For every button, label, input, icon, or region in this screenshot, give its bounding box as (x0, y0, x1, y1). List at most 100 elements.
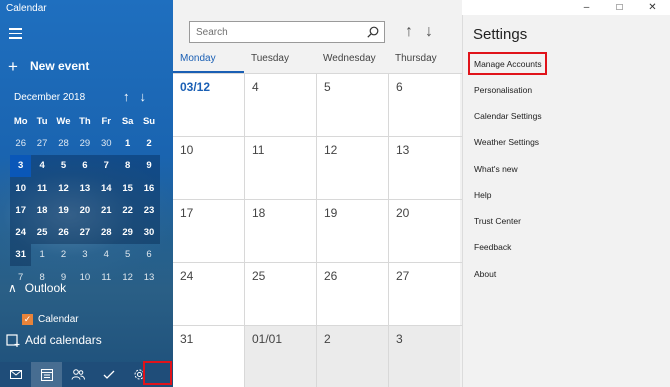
mini-calendar-day[interactable]: 8 (116, 154, 139, 177)
mini-calendar-day[interactable]: 26 (52, 221, 75, 244)
mini-calendar-day[interactable]: 28 (95, 221, 117, 244)
calendar-day-cell[interactable]: 12 (316, 137, 388, 199)
mini-calendar-day[interactable]: 27 (31, 132, 52, 154)
mini-calendar-day[interactable]: 10 (74, 266, 95, 288)
mini-calendar-day[interactable]: 1 (31, 244, 52, 266)
calendar-day-cell[interactable]: 24 (173, 263, 244, 325)
mini-calendar-day[interactable]: 11 (31, 176, 53, 200)
mini-calendar-day[interactable]: 22 (116, 199, 139, 222)
mini-calendar-day[interactable]: 13 (138, 266, 159, 288)
mini-calendar-day[interactable]: 1 (117, 132, 138, 154)
next-arrow-icon[interactable]: ↓ (425, 23, 433, 41)
todo-button[interactable] (93, 362, 124, 387)
arrow-down-icon[interactable]: ↓ (140, 89, 147, 104)
mini-calendar-day[interactable]: 11 (96, 266, 117, 288)
mini-calendar-day[interactable]: 4 (96, 244, 117, 266)
search-icon[interactable] (362, 21, 384, 43)
calendar-day-cell[interactable]: 03/12 (173, 74, 244, 136)
calendar-day-cell[interactable]: 2 (316, 326, 388, 387)
settings-item-personalisation[interactable]: Personalisation (474, 85, 532, 95)
mini-calendar-day[interactable]: 12 (52, 176, 75, 200)
mini-calendar-day[interactable]: 18 (31, 199, 53, 222)
mini-calendar-day[interactable]: 12 (117, 266, 138, 288)
mini-calendar-day[interactable]: 28 (53, 132, 74, 154)
account-group-outlook[interactable]: ∧ Outlook (8, 281, 66, 295)
settings-item-weather-settings[interactable]: Weather Settings (474, 137, 539, 147)
calendar-day-cell[interactable]: 19 (316, 200, 388, 262)
settings-item-whats-new[interactable]: What's new (474, 164, 518, 174)
calendar-day-cell[interactable]: 3 (388, 326, 460, 387)
mini-calendar-day[interactable]: 30 (96, 132, 117, 154)
calendar-day-cell[interactable]: 01/01 (244, 326, 316, 387)
calendar-button[interactable] (31, 362, 62, 387)
mini-calendar-day[interactable]: 15 (116, 176, 139, 200)
calendar-week-row: 17 18 19 20 (173, 199, 462, 262)
mini-calendar-day[interactable]: 6 (74, 154, 96, 177)
calendar-day-cell[interactable]: 5 (316, 74, 388, 136)
mini-calendar-day[interactable]: 30 (138, 221, 160, 244)
mini-calendar-day[interactable]: 3 (10, 154, 32, 177)
mini-calendar-day[interactable]: 5 (52, 154, 75, 177)
mini-calendar-day[interactable]: 20 (74, 199, 96, 222)
mini-calendar-day[interactable]: 19 (52, 199, 75, 222)
close-icon[interactable]: ✕ (636, 0, 669, 15)
people-icon (71, 369, 85, 380)
mini-calendar-day[interactable]: 10 (10, 176, 32, 200)
weekday-label: We (56, 115, 71, 127)
mini-calendar-day[interactable]: 17 (10, 199, 32, 222)
calendar-day-cell[interactable]: 10 (173, 137, 244, 199)
mini-calendar-day[interactable]: 31 (10, 243, 32, 267)
hamburger-menu-icon[interactable] (9, 28, 22, 39)
calendar-day-cell[interactable]: 11 (244, 137, 316, 199)
mini-calendar-day[interactable]: 23 (138, 199, 160, 222)
settings-item-help[interactable]: Help (474, 190, 491, 200)
calendar-day-cell[interactable]: 17 (173, 200, 244, 262)
mini-calendar-day[interactable]: 3 (74, 244, 95, 266)
calendar-day-cell[interactable]: 27 (388, 263, 460, 325)
previous-arrow-icon[interactable]: ↑ (405, 23, 413, 41)
calendar-day-cell[interactable]: 13 (388, 137, 460, 199)
calendar-day-cell[interactable]: 25 (244, 263, 316, 325)
minimize-icon[interactable]: – (570, 0, 603, 15)
mini-calendar-day[interactable]: 4 (31, 154, 53, 177)
mini-calendar-day[interactable]: 5 (117, 244, 138, 266)
mini-calendar-day[interactable]: 29 (74, 132, 95, 154)
mini-calendar-day[interactable]: 29 (116, 221, 139, 244)
calendar-toggle[interactable]: ✓ Calendar (22, 314, 79, 325)
mini-calendar-day[interactable]: 26 (10, 132, 31, 154)
mini-calendar-day[interactable]: 9 (138, 154, 160, 177)
mini-calendar-day[interactable]: 7 (95, 154, 117, 177)
calendar-day-cell[interactable]: 20 (388, 200, 460, 262)
arrow-up-icon[interactable]: ↑ (123, 89, 130, 104)
people-button[interactable] (62, 362, 93, 387)
mini-calendar-day[interactable]: 2 (138, 132, 159, 154)
mini-calendar-day[interactable]: 24 (10, 221, 32, 244)
mini-calendar-day[interactable]: 6 (138, 244, 159, 266)
day-header-wednesday: Wednesday (323, 53, 376, 64)
settings-item-about[interactable]: About (474, 269, 496, 279)
calendar-day-cell[interactable]: 18 (244, 200, 316, 262)
mini-calendar-day[interactable]: 13 (74, 176, 96, 200)
settings-item-calendar-settings[interactable]: Calendar Settings (474, 111, 542, 121)
mini-calendar-day[interactable]: 14 (95, 176, 117, 200)
new-event-button[interactable]: + New event (8, 57, 89, 75)
settings-item-trust-center[interactable]: Trust Center (474, 216, 521, 226)
mini-calendar-day[interactable]: 25 (31, 221, 53, 244)
mini-calendar-day[interactable]: 2 (53, 244, 74, 266)
add-calendars-button[interactable]: Add calendars (6, 333, 102, 347)
calendar-day-cell[interactable]: 31 (173, 326, 244, 387)
weekday-label: Mo (13, 115, 28, 127)
mini-calendar-day[interactable]: 21 (95, 199, 117, 222)
mail-button[interactable] (0, 362, 31, 387)
calendar-day-cell[interactable]: 26 (316, 263, 388, 325)
settings-item-feedback[interactable]: Feedback (474, 242, 511, 252)
search-box[interactable]: Search (189, 21, 385, 43)
maximize-icon[interactable]: □ (603, 0, 636, 15)
settings-item-manage-accounts[interactable]: Manage Accounts (474, 59, 542, 69)
weekday-label: Fr (101, 115, 112, 127)
mini-calendar-day[interactable]: 27 (74, 221, 96, 244)
calendar-day-cell[interactable]: 6 (388, 74, 460, 136)
mini-calendar-day[interactable]: 16 (138, 176, 160, 200)
calendar-day-cell[interactable]: 4 (244, 74, 316, 136)
calendar-checkbox[interactable]: ✓ (22, 314, 33, 325)
